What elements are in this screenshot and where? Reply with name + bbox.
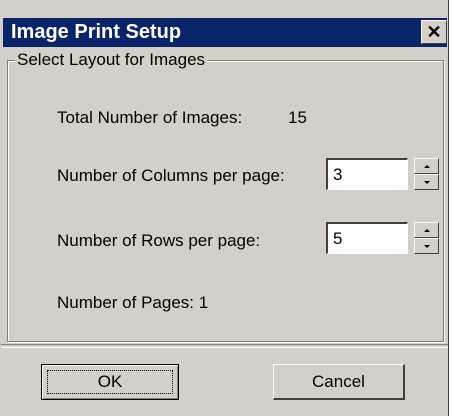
cancel-button[interactable]: Cancel xyxy=(273,364,405,400)
close-icon: ✕ xyxy=(426,21,442,42)
columns-label: Number of Columns per page: xyxy=(57,166,285,185)
total-images-label: Total Number of Images: xyxy=(57,108,243,127)
rows-input[interactable]: 5 xyxy=(326,222,408,254)
columns-down-button[interactable] xyxy=(414,174,439,190)
down-arrow-icon xyxy=(423,244,430,248)
up-arrow-icon xyxy=(423,228,430,232)
rows-stepper[interactable] xyxy=(414,222,439,254)
close-button[interactable]: ✕ xyxy=(421,20,447,44)
group-legend: Select Layout for Images xyxy=(15,50,208,70)
columns-input[interactable]: 3 xyxy=(326,158,408,190)
pages-label: Number of Pages: 1 xyxy=(57,293,209,312)
rows-down-button[interactable] xyxy=(414,238,439,254)
separator xyxy=(1,344,448,348)
columns-up-button[interactable] xyxy=(414,158,439,174)
title-bar[interactable]: Image Print Setup ✕ xyxy=(3,18,447,47)
image-print-setup-dialog: Image Print Setup ✕ Select Layout for Im… xyxy=(0,0,449,416)
up-arrow-icon xyxy=(423,164,430,168)
cancel-label: Cancel xyxy=(312,371,365,391)
down-arrow-icon xyxy=(423,180,430,184)
window-title: Image Print Setup xyxy=(11,21,182,43)
columns-stepper[interactable] xyxy=(414,158,439,190)
focus-rect xyxy=(47,370,173,394)
ok-button[interactable]: OK xyxy=(41,364,179,400)
rows-up-button[interactable] xyxy=(414,222,439,238)
rows-label: Number of Rows per page: xyxy=(57,231,261,250)
total-images-value: 15 xyxy=(288,108,307,127)
